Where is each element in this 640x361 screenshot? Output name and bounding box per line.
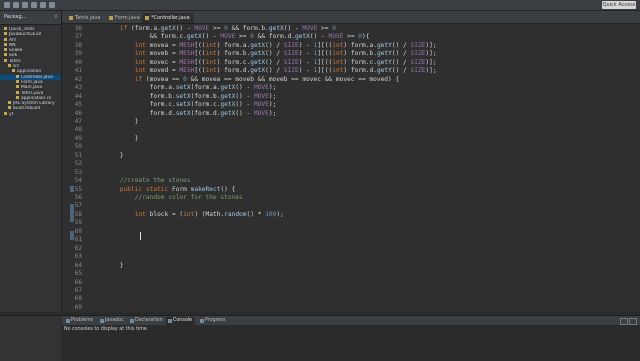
search-icon[interactable] bbox=[40, 2, 46, 8]
view-icon bbox=[100, 319, 104, 323]
code-area[interactable]: if (form.a.getX() - MOVE >= 0 && form.b.… bbox=[90, 24, 638, 312]
tree-item-label: Form.java bbox=[21, 79, 43, 85]
tree-item-label: JRE System Library bbox=[13, 101, 55, 107]
outline-area bbox=[0, 315, 61, 361]
main-toolbar: Quick Access bbox=[0, 0, 640, 11]
bottom-tab[interactable]: Progress bbox=[198, 317, 228, 325]
editor-tab-label: Form.java bbox=[115, 15, 140, 21]
quick-access-field[interactable]: Quick Access bbox=[602, 1, 636, 9]
tree-item-label: src bbox=[13, 64, 20, 70]
folder-icon bbox=[4, 58, 7, 62]
bottom-tab-label: Console bbox=[173, 318, 193, 323]
bottom-tab-label: Progress bbox=[205, 318, 226, 323]
editor-tab[interactable]: Form.java bbox=[106, 13, 144, 23]
tree-item-label: Quick_Tests bbox=[9, 27, 35, 32]
code-editor: Tetris.java Form.java *Controller.java 36 3… bbox=[62, 11, 640, 312]
tree-item-label: application bbox=[17, 69, 42, 75]
close-icon[interactable]: × bbox=[54, 14, 58, 20]
folder-icon bbox=[4, 27, 7, 30]
tree-item-label: yt bbox=[9, 111, 14, 117]
bottom-tab[interactable]: Problems bbox=[64, 317, 96, 325]
minimize-icon[interactable] bbox=[620, 318, 628, 325]
folder-icon bbox=[16, 95, 19, 99]
console-panel: Problems Javadoc Declaration Console Progres… bbox=[62, 315, 640, 361]
folder-icon bbox=[8, 106, 11, 110]
editor-tab-label: *Controller.java bbox=[151, 15, 190, 21]
tree-item-label: Controller.java bbox=[21, 74, 53, 80]
code-line: } bbox=[90, 261, 124, 269]
editor-tab-label: Tetris.java bbox=[75, 15, 101, 21]
folder-icon bbox=[16, 74, 19, 78]
editor-tabs: Tetris.java Form.java *Controller.java bbox=[62, 11, 640, 24]
editor-tab[interactable]: Tetris.java bbox=[66, 13, 104, 23]
tree-item[interactable]: yt bbox=[0, 111, 61, 117]
tree-item-label: Snk bbox=[9, 53, 18, 59]
run-icon[interactable] bbox=[31, 2, 37, 8]
tree-item-label: Ah! bbox=[9, 37, 17, 43]
java-file-icon bbox=[109, 16, 113, 20]
folder-icon bbox=[16, 85, 19, 89]
folder-icon bbox=[4, 48, 7, 52]
view-icon bbox=[168, 319, 172, 323]
package-explorer-header: Packag... × bbox=[0, 11, 61, 25]
line-number: 69 bbox=[74, 303, 82, 311]
line-number-gutter: 36 37 38 39 40 41 42 43 44 45 46 47 48 49 50 51 52 53 54 55… bbox=[62, 24, 86, 312]
tree-item-label: Tetris bbox=[9, 58, 21, 64]
java-file-icon bbox=[145, 16, 149, 20]
new-icon[interactable] bbox=[4, 2, 10, 8]
package-explorer-title[interactable]: Packag... bbox=[4, 14, 26, 20]
folder-icon bbox=[12, 69, 15, 73]
folder-icon bbox=[4, 42, 7, 46]
bottom-tab[interactable]: Javadoc bbox=[98, 317, 127, 325]
folder-icon bbox=[4, 32, 7, 36]
folder-icon bbox=[4, 53, 7, 57]
tree-item-label: NN bbox=[9, 42, 16, 48]
folder-icon bbox=[16, 79, 19, 83]
bottom-tab-label: Problems bbox=[71, 318, 94, 323]
code-line: //random color for the stones bbox=[134, 194, 243, 201]
bottom-tab-label: Javadoc bbox=[105, 318, 124, 323]
folder-icon bbox=[4, 37, 7, 41]
save-icon[interactable] bbox=[13, 2, 19, 8]
tree-item-label: build.fxbuild bbox=[13, 106, 41, 112]
console-message: No consoles to display at this time. bbox=[64, 327, 149, 332]
editor-tab[interactable]: *Controller.java bbox=[142, 13, 194, 23]
code-line: } bbox=[90, 117, 139, 125]
folder-icon bbox=[8, 64, 11, 68]
view-icon bbox=[130, 319, 134, 323]
tree-item-label: application.cs bbox=[21, 95, 52, 101]
tree-item-label: Tetris.java bbox=[21, 90, 44, 96]
java-file-icon bbox=[69, 16, 73, 20]
debug-icon[interactable] bbox=[22, 2, 28, 8]
maximize-icon[interactable] bbox=[629, 318, 637, 325]
folder-icon bbox=[4, 111, 7, 115]
bottom-tab[interactable]: Console bbox=[166, 317, 196, 325]
open-type-icon[interactable] bbox=[49, 2, 55, 8]
tree-item-label: Main.java bbox=[21, 85, 43, 91]
package-explorer: Packag... × Quick_Tests JavaBuchGE18 Ah! NN… bbox=[0, 11, 62, 312]
tree-item-label: Snake bbox=[9, 48, 23, 54]
code-line: } bbox=[90, 151, 124, 159]
view-icon bbox=[200, 319, 204, 323]
bottom-tab[interactable]: Declaration bbox=[128, 317, 166, 325]
view-icon bbox=[66, 319, 70, 323]
tree-item-label: JavaBuchGE18 bbox=[9, 32, 42, 38]
code-line: } bbox=[90, 134, 139, 142]
folder-icon bbox=[16, 90, 19, 94]
folder-icon bbox=[8, 101, 11, 105]
bottom-tab-label: Declaration bbox=[135, 318, 163, 323]
text-cursor bbox=[140, 232, 141, 240]
bottom-tabs: Problems Javadoc Declaration Console Progres… bbox=[62, 316, 640, 325]
package-tree: Quick_Tests JavaBuchGE18 Ah! NN Snake Snk Tetr… bbox=[0, 27, 61, 117]
